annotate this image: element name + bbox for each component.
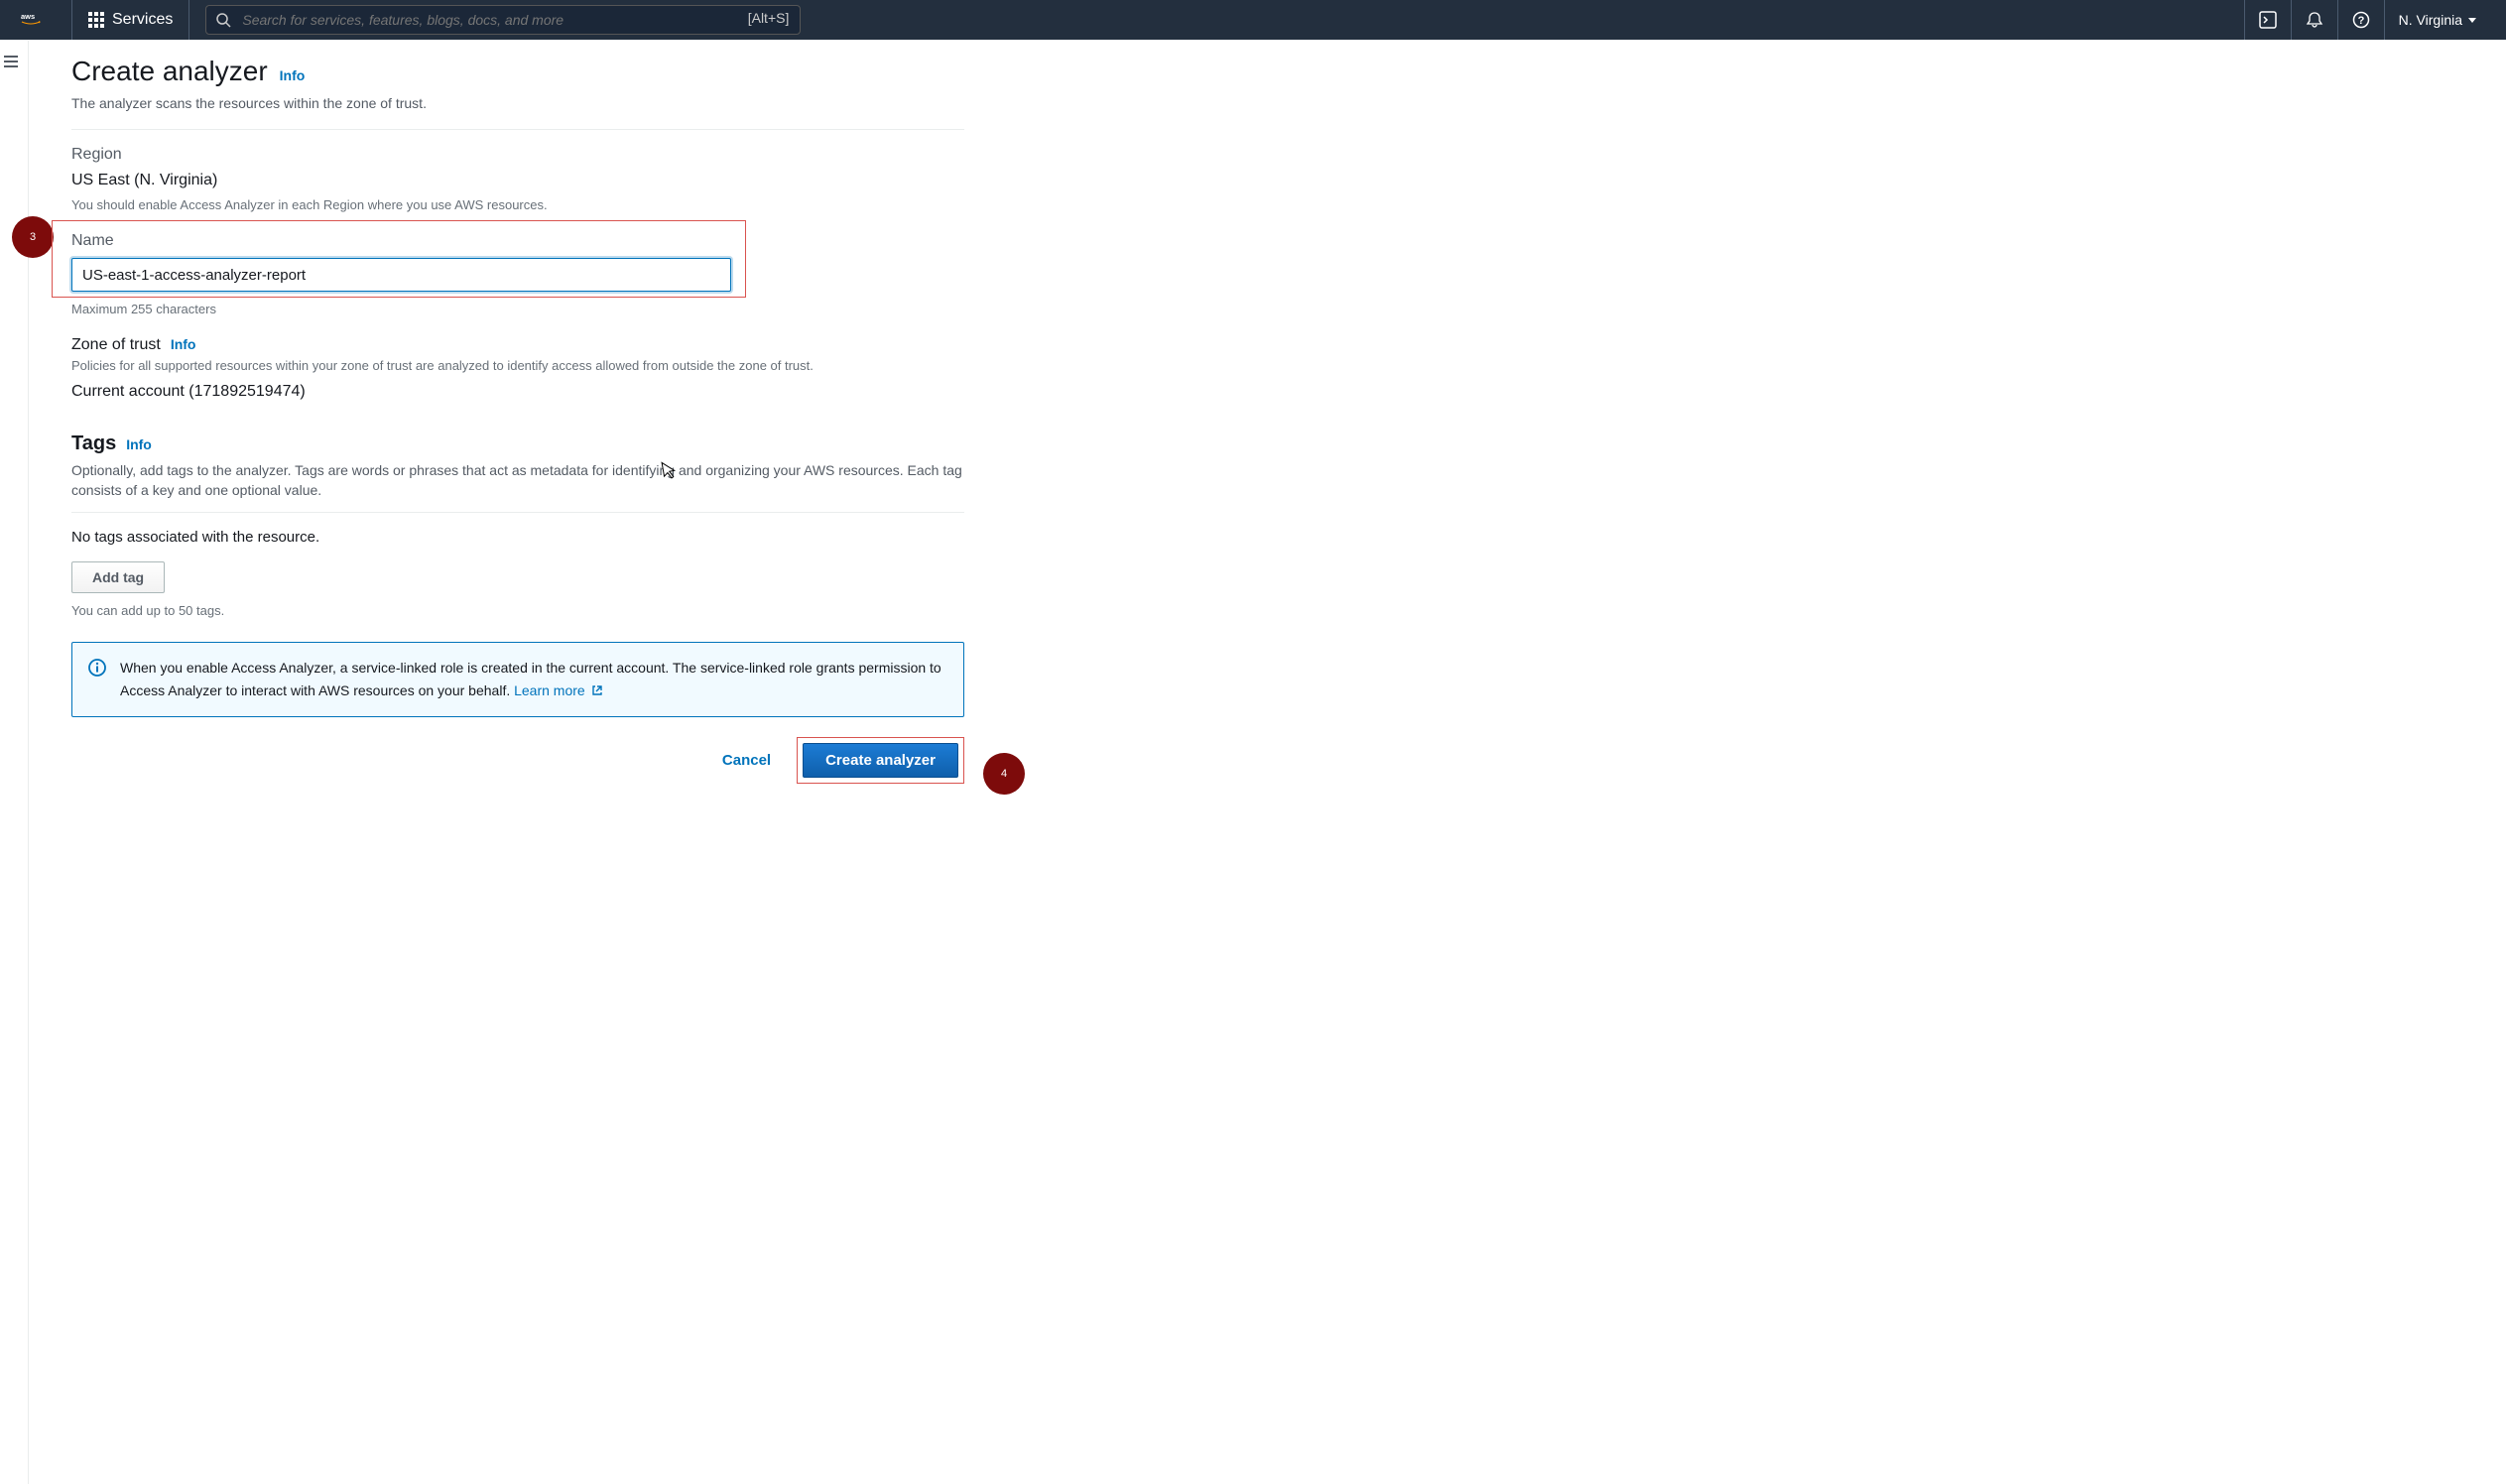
- tags-limit-text: You can add up to 50 tags.: [71, 603, 964, 618]
- learn-more-link[interactable]: Learn more: [514, 682, 602, 698]
- add-tag-button[interactable]: Add tag: [71, 561, 165, 593]
- no-tags-text: No tags associated with the resource.: [71, 529, 964, 546]
- hamburger-icon: [4, 56, 18, 67]
- region-hint: You should enable Access Analyzer in eac…: [71, 197, 964, 212]
- chevron-down-icon: [2468, 18, 2476, 23]
- svg-text:aws: aws: [21, 12, 35, 21]
- region-label: N. Virginia: [2399, 12, 2462, 28]
- callout-badge-3: 3: [12, 216, 54, 258]
- zone-value: Current account (171892519474): [71, 383, 964, 401]
- aws-logo[interactable]: aws: [16, 0, 72, 40]
- search-icon: [215, 12, 231, 33]
- notifications-icon[interactable]: [2291, 0, 2337, 40]
- analyzer-name-input[interactable]: [71, 258, 731, 292]
- external-link-icon: [591, 680, 603, 702]
- cancel-button[interactable]: Cancel: [712, 744, 781, 777]
- search-shortcut-label: [Alt+S]: [748, 10, 790, 26]
- services-menu-button[interactable]: Services: [72, 0, 189, 40]
- tags-info-link[interactable]: Info: [126, 436, 152, 452]
- page-title-info-link[interactable]: Info: [280, 67, 306, 83]
- search-input[interactable]: [205, 5, 801, 35]
- svg-text:?: ?: [2357, 15, 2364, 27]
- main-content: Create analyzer Info The analyzer scans …: [71, 40, 964, 823]
- zone-info-link[interactable]: Info: [171, 336, 196, 352]
- region-selector[interactable]: N. Virginia: [2384, 0, 2490, 40]
- info-box: When you enable Access Analyzer, a servi…: [71, 642, 964, 717]
- zone-of-trust-label: Zone of trust: [71, 336, 161, 354]
- tags-description: Optionally, add tags to the analyzer. Ta…: [71, 461, 964, 500]
- tags-divider: [71, 512, 964, 513]
- services-label: Services: [112, 11, 173, 29]
- region-label: Region: [71, 146, 964, 164]
- help-icon[interactable]: ?: [2337, 0, 2384, 40]
- cloudshell-icon[interactable]: [2244, 0, 2291, 40]
- top-navigation: aws Services [Alt+S] ? N. Virginia: [0, 0, 2506, 40]
- sidebar-toggle[interactable]: [4, 56, 18, 67]
- info-box-text: When you enable Access Analyzer, a servi…: [120, 657, 947, 702]
- tags-heading: Tags: [71, 433, 116, 455]
- page-subtitle: The analyzer scans the resources within …: [71, 95, 964, 111]
- page-title: Create analyzer: [71, 56, 268, 87]
- zone-description: Policies for all supported resources wit…: [71, 358, 964, 373]
- divider: [71, 129, 964, 130]
- info-icon: [88, 659, 106, 702]
- create-analyzer-button[interactable]: Create analyzer: [803, 743, 958, 778]
- search-container: [Alt+S]: [205, 5, 801, 35]
- name-label: Name: [71, 232, 964, 250]
- grid-icon: [88, 12, 104, 28]
- name-hint: Maximum 255 characters: [71, 302, 964, 316]
- region-value: US East (N. Virginia): [71, 172, 964, 189]
- callout-badge-4: 4: [983, 753, 1025, 795]
- action-row: Cancel Create analyzer: [71, 737, 964, 784]
